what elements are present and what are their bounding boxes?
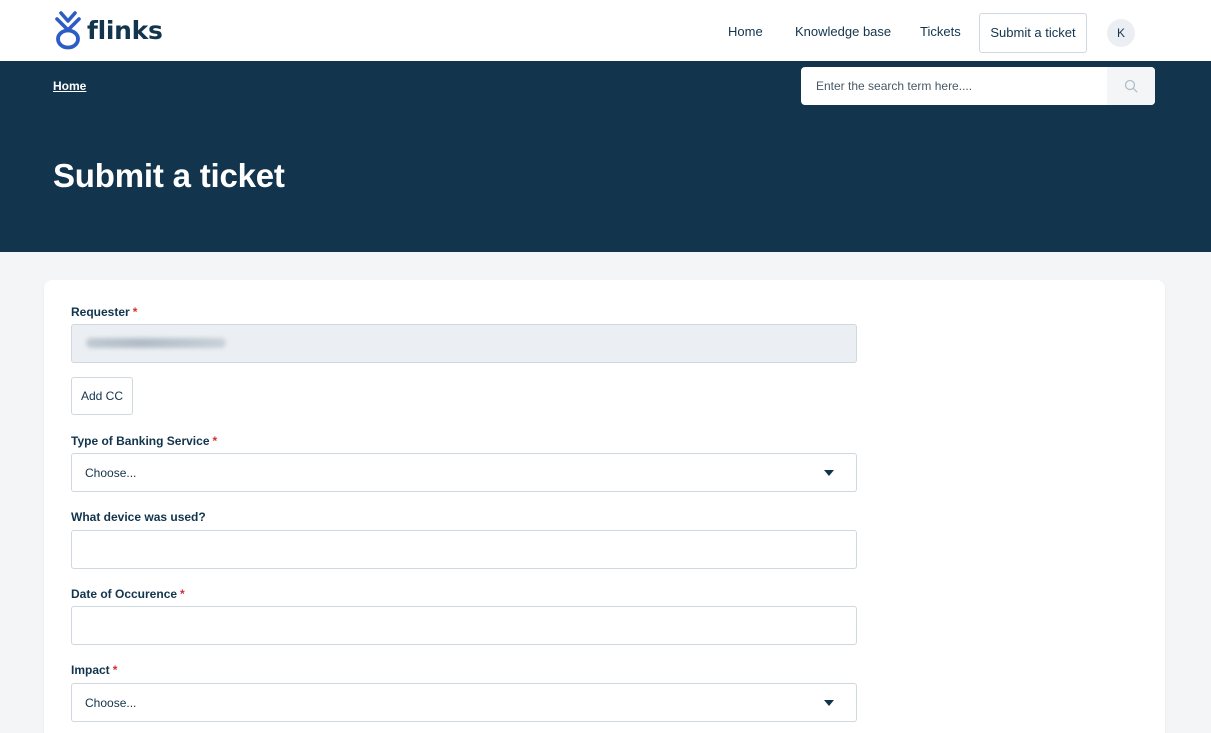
required-marker: * <box>212 434 218 448</box>
device-label: What device was used? <box>71 510 206 524</box>
nav-home-link[interactable]: Home <box>728 24 763 40</box>
nav-tickets-link[interactable]: Tickets <box>920 24 961 40</box>
chevron-down-icon <box>824 470 834 476</box>
date-input[interactable] <box>71 606 857 645</box>
required-marker: * <box>112 663 118 677</box>
breadcrumb-home-link[interactable]: Home <box>53 79 86 93</box>
requester-email-redacted <box>86 338 226 348</box>
banking-service-label: Type of Banking Service * <box>71 434 217 448</box>
page-title: Submit a ticket <box>53 157 285 194</box>
requester-label-text: Requester <box>71 305 130 319</box>
banking-service-selected-value: Choose... <box>85 466 137 480</box>
banking-service-label-text: Type of Banking Service <box>71 434 210 448</box>
requester-field[interactable] <box>71 324 857 363</box>
device-label-text: What device was used? <box>71 510 206 524</box>
user-avatar[interactable]: K <box>1107 19 1135 47</box>
ticket-form-card: Requester * Add CC Type of Banking Servic… <box>44 280 1165 733</box>
device-input[interactable] <box>71 530 857 569</box>
impact-label: Impact * <box>71 663 117 677</box>
banking-service-select[interactable]: Choose... <box>71 453 857 492</box>
date-label: Date of Occurence * <box>71 587 185 601</box>
date-label-text: Date of Occurence <box>71 587 178 601</box>
add-cc-button[interactable]: Add CC <box>71 377 133 415</box>
nav-submit-ticket-button[interactable]: Submit a ticket <box>979 13 1087 53</box>
chevron-down-icon <box>824 700 834 706</box>
impact-label-text: Impact <box>71 663 110 677</box>
search-button[interactable] <box>1107 67 1155 105</box>
main-nav: Home Knowledge base Tickets Submit a tic… <box>0 0 1211 61</box>
required-marker: * <box>132 305 138 319</box>
search-input[interactable] <box>801 67 1107 105</box>
impact-selected-value: Choose... <box>85 696 137 710</box>
impact-select[interactable]: Choose... <box>71 683 857 722</box>
search-bar <box>801 67 1155 105</box>
required-marker: * <box>180 587 185 601</box>
top-navbar: flinks Home Knowledge base Tickets Submi… <box>0 0 1211 61</box>
search-icon <box>1124 79 1138 93</box>
requester-label: Requester * <box>71 305 137 319</box>
page-hero: Home Submit a ticket <box>0 61 1211 252</box>
nav-knowledge-base-link[interactable]: Knowledge base <box>795 24 891 40</box>
